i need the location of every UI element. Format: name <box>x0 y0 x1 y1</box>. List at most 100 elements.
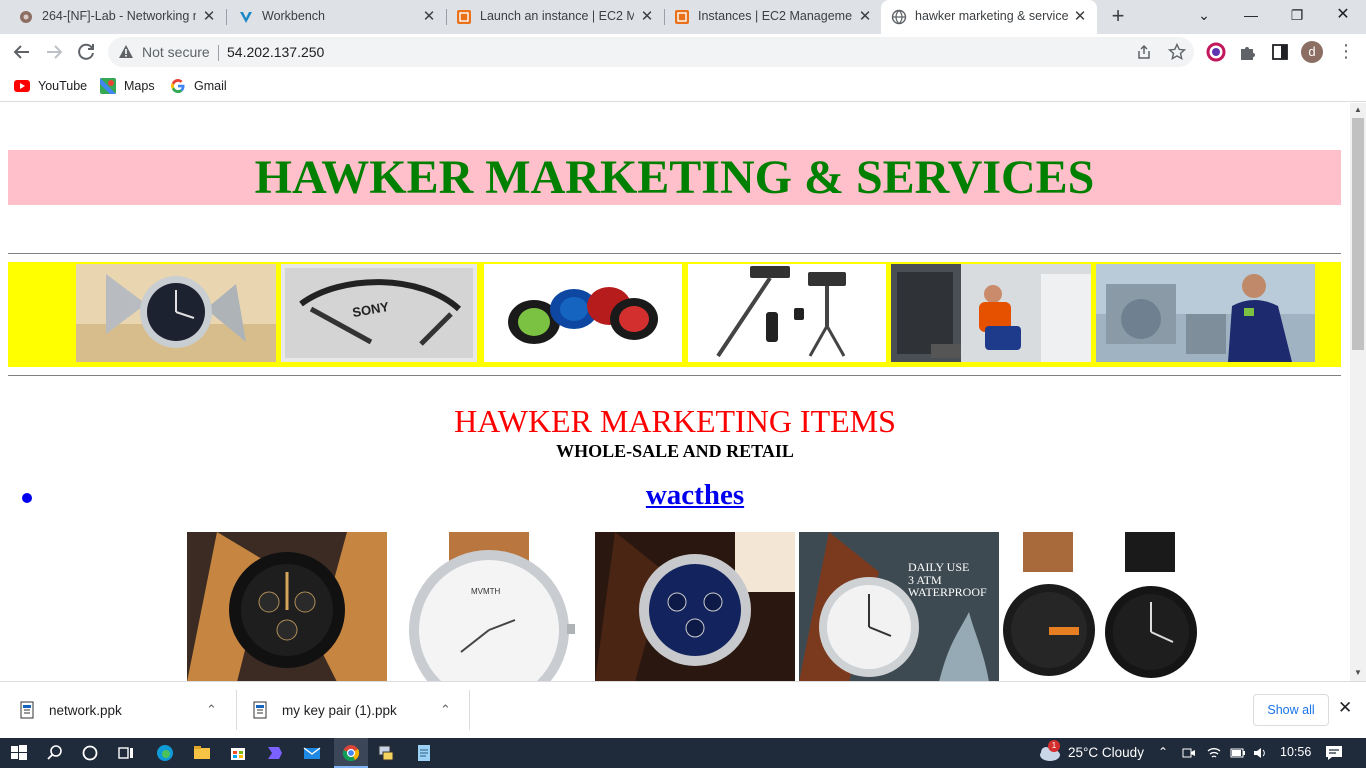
waterproof-watch-photo: DAILY USE 3 ATM WATERPROOF <box>799 532 999 681</box>
close-icon[interactable]: ✕ <box>420 8 438 26</box>
bookmark-youtube[interactable]: YouTube <box>14 77 87 95</box>
tab-title: hawker marketing & services <box>915 9 1069 23</box>
side-panel-icon[interactable] <box>1269 41 1291 63</box>
bookmarks-bar: YouTube Maps Gmail <box>0 70 1366 102</box>
download-filename: my key pair (1).ppk <box>282 703 397 718</box>
chronograph-watch-photo <box>187 532 387 681</box>
ppk-file-icon <box>20 701 34 719</box>
windows-start-icon[interactable] <box>9 743 29 763</box>
bookmark-label: Gmail <box>194 79 227 93</box>
blue-dial-watch-photo <box>595 532 795 681</box>
close-icon[interactable]: ✕ <box>856 8 874 26</box>
new-tab-button[interactable]: + <box>1106 5 1130 29</box>
tab-workbench[interactable]: Workbench ✕ <box>228 0 447 34</box>
close-icon[interactable]: ✕ <box>200 8 218 26</box>
scroll-down-arrow-icon[interactable]: ▼ <box>1354 668 1362 677</box>
download-filename: network.ppk <box>49 703 122 718</box>
mail-icon[interactable] <box>302 743 322 763</box>
chevron-up-icon[interactable]: ⌃ <box>1158 745 1168 759</box>
tab-launch-instance[interactable]: Launch an instance | EC2 Ma ✕ <box>446 0 665 34</box>
back-arrow-icon[interactable] <box>8 38 36 66</box>
scrollbar-thumb[interactable] <box>1352 118 1364 350</box>
security-label[interactable]: Not secure <box>142 44 210 60</box>
download-item[interactable]: my key pair (1).ppk ⌃ <box>237 682 470 738</box>
windows-taskbar: 1 25°C Cloudy ⌃ 10:56 <box>0 738 1366 768</box>
scroll-up-arrow-icon[interactable]: ▲ <box>1354 105 1362 114</box>
selfie-stick-tripod-photo <box>688 264 886 362</box>
forward-arrow-icon[interactable] <box>40 38 68 66</box>
divider <box>8 253 1341 254</box>
search-icon[interactable] <box>45 743 65 763</box>
lab-icon <box>20 11 32 23</box>
edge-icon[interactable] <box>155 743 175 763</box>
bookmark-label: YouTube <box>38 79 88 93</box>
url-text[interactable]: 54.202.137.250 <box>227 44 324 60</box>
close-icon[interactable]: ✕ <box>638 8 656 26</box>
address-bar[interactable]: Not secure 54.202.137.250 <box>108 37 1194 67</box>
restore-button[interactable]: ❐ <box>1274 0 1320 30</box>
share-icon[interactable] <box>1136 44 1152 60</box>
notepad-icon[interactable] <box>414 743 434 763</box>
battery-icon[interactable] <box>1230 747 1246 759</box>
bookmark-maps[interactable]: Maps <box>100 77 155 95</box>
tab-title: Workbench <box>262 9 325 23</box>
putty-icon[interactable] <box>376 743 396 763</box>
google-icon <box>171 79 185 93</box>
items-title: HAWKER MARKETING ITEMS <box>454 403 896 439</box>
window-close-button[interactable]: ✕ <box>1320 0 1366 30</box>
youtube-icon <box>14 80 30 92</box>
chrome-icon[interactable] <box>341 743 361 763</box>
task-view-icon[interactable] <box>116 743 136 763</box>
tab-title: Instances | EC2 Management <box>698 9 852 23</box>
file-explorer-icon[interactable] <box>192 743 212 763</box>
minimize-button[interactable]: — <box>1228 0 1274 30</box>
maps-icon <box>100 78 116 94</box>
tab-hawker[interactable]: hawker marketing & services ✕ <box>881 0 1097 34</box>
star-icon[interactable] <box>1168 43 1186 61</box>
watch-brand-text: MVMTH <box>471 587 501 596</box>
close-icon[interactable]: ✕ <box>1071 8 1089 26</box>
warning-icon[interactable] <box>118 44 134 60</box>
download-item[interactable]: network.ppk ⌃ <box>0 682 237 738</box>
notification-badge: 1 <box>1048 740 1060 752</box>
reload-icon[interactable] <box>72 38 100 66</box>
watches-category-link[interactable]: wacthes <box>0 479 1350 512</box>
vocareum-icon <box>240 12 252 23</box>
tab-strip: 264-[NF]-Lab - Networking n ✕ Workbench … <box>0 0 1366 34</box>
puzzle-icon[interactable] <box>1237 41 1259 63</box>
items-subtitle: WHOLE-SALE AND RETAIL <box>556 441 794 461</box>
store-icon[interactable] <box>228 743 248 763</box>
aws-ec2-icon <box>457 10 471 24</box>
profile-avatar[interactable]: d <box>1301 41 1323 63</box>
extension-color-icon[interactable] <box>1205 41 1227 63</box>
tab-lab[interactable]: 264-[NF]-Lab - Networking n ✕ <box>8 0 227 34</box>
bookmark-gmail[interactable]: Gmail <box>170 77 227 95</box>
volume-icon[interactable] <box>1252 746 1268 760</box>
menu-kebab-icon[interactable]: ⋮ <box>1337 40 1355 62</box>
power-automate-icon[interactable] <box>265 743 285 763</box>
clock-time[interactable]: 10:56 <box>1280 745 1311 759</box>
tab-search-button[interactable]: ⌄ <box>1181 0 1227 30</box>
watch-caption-line: DAILY USE <box>908 560 969 574</box>
fridge-repair-technician-photo <box>891 264 1091 362</box>
mvmt-watch-photo: MVMTH <box>391 532 591 681</box>
cortana-icon[interactable] <box>80 743 100 763</box>
sony-neckband-earphones-photo: SONY <box>281 264 477 362</box>
globe-icon <box>891 9 907 25</box>
page-banner-title: HAWKER MARKETING & SERVICES <box>8 150 1341 205</box>
tab-title: Launch an instance | EC2 Ma <box>480 9 634 23</box>
pair-watches-photo <box>1003 532 1203 681</box>
action-center-icon[interactable] <box>1325 745 1343 761</box>
weather-text[interactable]: 25°C Cloudy <box>1068 745 1144 760</box>
chevron-up-icon[interactable]: ⌃ <box>440 702 451 718</box>
wifi-icon[interactable] <box>1206 746 1222 760</box>
meet-now-icon[interactable] <box>1182 746 1196 760</box>
chevron-up-icon[interactable]: ⌃ <box>206 702 217 718</box>
tab-instances[interactable]: Instances | EC2 Management ✕ <box>664 0 882 34</box>
ppk-file-icon <box>253 701 267 719</box>
show-all-button[interactable]: Show all <box>1253 694 1329 726</box>
headphones-photo <box>484 264 682 362</box>
close-icon[interactable]: ✕ <box>1338 698 1352 718</box>
tab-title: 264-[NF]-Lab - Networking n <box>42 9 196 23</box>
page-scrollbar[interactable]: ▲ ▼ <box>1350 103 1366 681</box>
